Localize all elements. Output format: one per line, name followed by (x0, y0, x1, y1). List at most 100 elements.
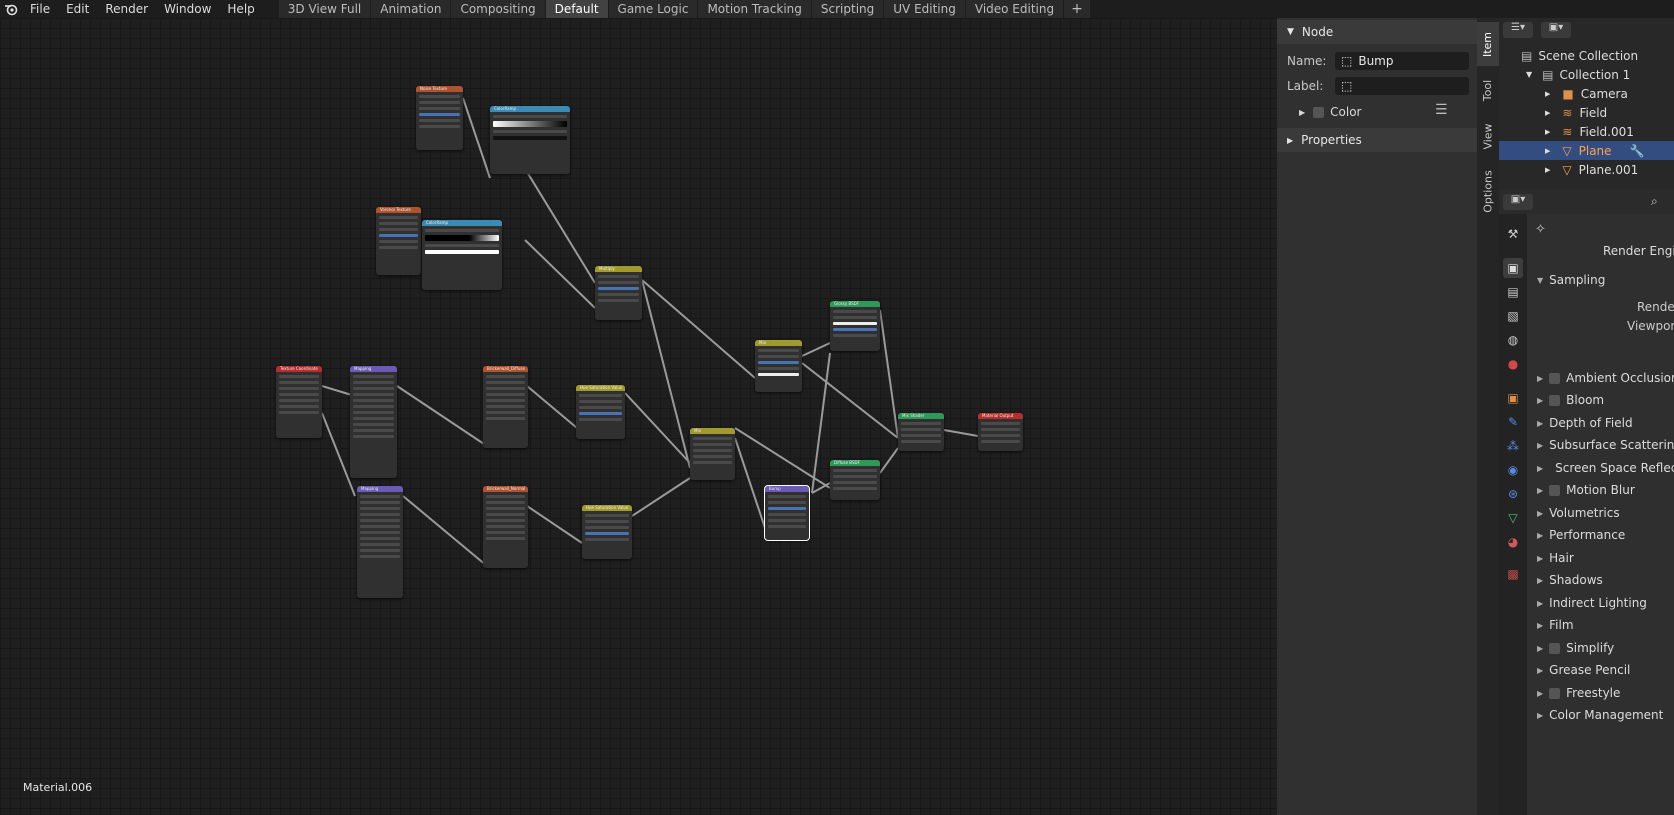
outliner-row-scene-collection[interactable]: ▤ Scene Collection (1499, 46, 1674, 65)
filter-dropdown[interactable]: ▣▾ (1541, 22, 1571, 38)
panel-screen-space-reflections[interactable]: ▶Screen Space Reflections (1527, 457, 1674, 479)
checkbox[interactable] (1549, 372, 1561, 384)
panel-performance[interactable]: ▶ Performance (1527, 524, 1674, 546)
render-tab-icon[interactable]: ▣ (1503, 258, 1523, 278)
panel-volumetrics[interactable]: ▶ Volumetrics (1527, 502, 1674, 524)
world-tab-icon[interactable]: ● (1503, 354, 1523, 374)
tab-compositing[interactable]: Compositing (451, 0, 545, 18)
panel-film[interactable]: ▶ Film (1527, 614, 1674, 636)
tab-item[interactable]: Item (1477, 22, 1499, 66)
menu-window[interactable]: Window (156, 0, 219, 18)
node-brickwall-normal[interactable]: Brickerwall_Normal (483, 486, 528, 568)
properties-section-title: Properties (1301, 133, 1362, 147)
node-texture-coordinate[interactable]: Texture Coordinate (276, 366, 322, 438)
list-icon[interactable]: ☰ (1435, 102, 1448, 118)
panel-grease-pencil[interactable]: ▶ Grease Pencil (1527, 659, 1674, 681)
checkbox[interactable] (1549, 484, 1561, 496)
tab-game-logic[interactable]: Game Logic (608, 0, 698, 18)
outliner-row-camera[interactable]: ▶ ■ Camera (1499, 84, 1674, 103)
outliner-row-plane-001[interactable]: ▶ ▽ Plane.001 (1499, 160, 1674, 179)
name-field[interactable]: ⬚ Bump (1335, 52, 1469, 70)
checkbox[interactable] (1549, 687, 1561, 699)
node-hue-saturation-1[interactable]: Hue Saturation Value (576, 385, 625, 439)
object-tab-icon[interactable]: ▣ (1503, 388, 1523, 408)
panel-bloom[interactable]: ▶ Bloom (1527, 389, 1674, 411)
material-tab-icon[interactable]: ◕ (1503, 532, 1523, 552)
texture-tab-icon[interactable]: ▩ (1503, 564, 1523, 584)
tab-view[interactable]: View (1477, 114, 1499, 158)
node-voronoi-texture[interactable]: Voronoi Texture (376, 207, 421, 275)
panel-simplify[interactable]: ▶ Simplify (1527, 637, 1674, 659)
outliner-row-field[interactable]: ▶ ≋ Field (1499, 103, 1674, 122)
tab-options[interactable]: Options (1477, 162, 1499, 220)
panel-motion-blur[interactable]: ▶ Motion Blur (1527, 479, 1674, 501)
view-layer-tab-icon[interactable]: ▧ (1503, 306, 1523, 326)
tool-tab-icon[interactable]: ⚒ (1503, 224, 1523, 244)
blender-logo-icon[interactable] (0, 0, 22, 18)
tab-tool[interactable]: Tool (1477, 70, 1499, 110)
physics-tab-icon[interactable]: ◉ (1503, 460, 1523, 480)
menu-file[interactable]: File (22, 0, 58, 18)
display-mode-dropdown[interactable]: ☰▾ (1503, 22, 1533, 38)
panel-sampling[interactable]: ▼ Sampling (1527, 269, 1674, 291)
outliner-header: ☰▾ ▣▾ (1503, 22, 1663, 42)
editor-type-dropdown[interactable]: ▣▾ (1503, 194, 1533, 210)
menu-help[interactable]: Help (219, 0, 262, 18)
panel-depth-of-field[interactable]: ▶ Depth of Field (1527, 412, 1674, 434)
panel-freestyle[interactable]: ▶ Freestyle (1527, 682, 1674, 704)
panel-subsurface-scattering[interactable]: ▶ Subsurface Scattering (1527, 434, 1674, 456)
label-field[interactable]: ⬚ (1335, 77, 1469, 95)
force-field-icon: ≋ (1562, 124, 1573, 139)
node-section-header[interactable]: ▼ Node (1277, 20, 1477, 44)
node-mix-shader[interactable]: Mix Shader (898, 413, 944, 451)
panel-hair[interactable]: ▶ Hair (1527, 547, 1674, 569)
node-material-output[interactable]: Material Output (978, 413, 1023, 451)
panel-indirect-lighting[interactable]: ▶ Indirect Lighting (1527, 592, 1674, 614)
node-brickwall-diffuse[interactable]: Brickerwall_Diffuse (483, 366, 528, 448)
node-mapping-1[interactable]: Mapping (350, 366, 397, 478)
node-bump[interactable]: Bump (764, 485, 810, 541)
node-diffuse-bsdf[interactable]: Diffuse BSDF (830, 460, 880, 500)
node-multiply[interactable]: Multiply (595, 266, 642, 320)
node-mapping-2[interactable]: Mapping (357, 486, 403, 598)
tab-video-editing[interactable]: Video Editing (965, 0, 1064, 18)
modifier-tab-icon[interactable]: ✎ (1503, 412, 1523, 432)
constraints-tab-icon[interactable]: ⊛ (1503, 484, 1523, 504)
outliner-row-field-001[interactable]: ▶ ≋ Field.001 (1499, 122, 1674, 141)
node-colorramp-1[interactable]: ColorRamp (490, 106, 570, 174)
search-icon[interactable]: ⌕ (1651, 194, 1658, 209)
tab-3d-view-full[interactable]: 3D View Full (278, 0, 371, 18)
node-hue-saturation-2[interactable]: Hue Saturation Value (582, 505, 632, 559)
particles-tab-icon[interactable]: ⁂ (1503, 436, 1523, 456)
node-icon: ⬚ (1341, 79, 1353, 93)
scene-tab-icon[interactable]: ◍ (1503, 330, 1523, 350)
color-subpanel[interactable]: ▶ Color (1299, 105, 1362, 119)
node-glossy-bsdf[interactable]: Glossy BSDF (830, 301, 880, 351)
output-tab-icon[interactable]: ▤ (1503, 282, 1523, 302)
checkbox[interactable] (1549, 642, 1561, 654)
add-workspace-button[interactable]: + (1064, 0, 1090, 18)
checkbox[interactable] (1549, 394, 1561, 406)
tab-scripting[interactable]: Scripting (811, 0, 884, 18)
outliner-row-collection-1[interactable]: ▼ ▤ Collection 1 (1499, 65, 1674, 84)
panel-color-management[interactable]: ▶ Color Management (1527, 704, 1674, 726)
menu-edit[interactable]: Edit (58, 0, 97, 18)
menu-render[interactable]: Render (97, 0, 156, 18)
modifier-wrench-icon[interactable]: 🔧 (1630, 144, 1645, 158)
panel-ambient-occlusion[interactable]: ▶ Ambient Occlusion (1527, 367, 1674, 389)
node-mix-2[interactable]: Mix (755, 340, 802, 392)
tab-animation[interactable]: Animation (371, 0, 451, 18)
node-colorramp-2[interactable]: ColorRamp (422, 220, 502, 290)
panel-shadows[interactable]: ▶ Shadows (1527, 569, 1674, 591)
tab-uv-editing[interactable]: UV Editing (884, 0, 965, 18)
node-mix-1[interactable]: Mix (690, 428, 735, 480)
tab-motion-tracking[interactable]: Motion Tracking (698, 0, 811, 18)
tab-default[interactable]: Default (545, 0, 608, 18)
data-tab-icon[interactable]: ▽ (1503, 508, 1523, 528)
outliner-row-plane[interactable]: ▶ ▽ Plane 🔧 (1499, 141, 1674, 160)
properties-section-header[interactable]: ▶ Properties (1277, 128, 1477, 152)
node-noise-texture[interactable]: Noise Texture (416, 86, 463, 150)
node-editor[interactable]: Noise Texture ColorRamp Voronoi Texture … (0, 18, 1277, 815)
color-checkbox[interactable] (1313, 106, 1325, 118)
expand-down-icon: ▼ (1287, 27, 1294, 37)
